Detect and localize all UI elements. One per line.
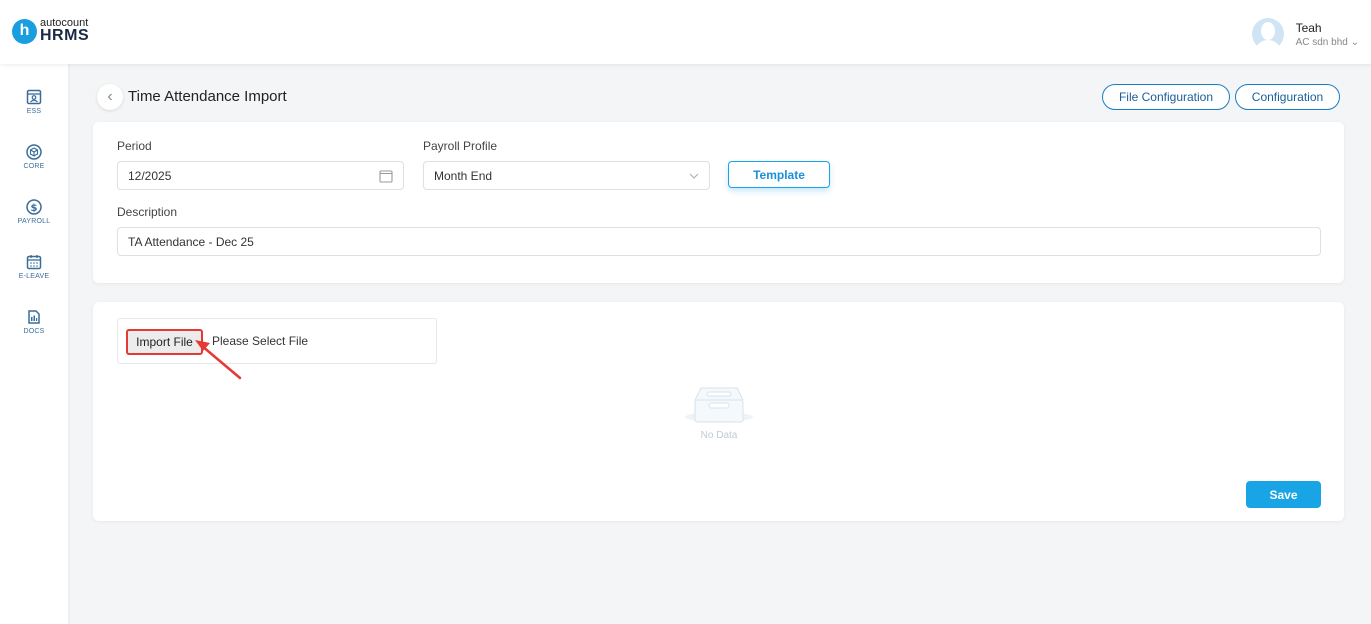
document-icon <box>28 310 40 324</box>
sidebar-item-label: ESS <box>26 108 42 115</box>
logo-mark: h <box>12 18 37 44</box>
calendar-icon <box>26 255 42 270</box>
logo-text: HRMS <box>40 27 90 44</box>
back-button[interactable]: ‹ <box>97 84 123 110</box>
calendar-icon[interactable] <box>379 169 393 183</box>
sidebar-item-ess[interactable]: ESS <box>0 88 68 115</box>
import-file-card: Import File Please Select File No Data S… <box>93 302 1344 521</box>
app-logo[interactable]: h autocount HRMS <box>12 18 89 44</box>
period-value: 12/2025 <box>128 168 172 183</box>
file-upload-box[interactable]: Import File Please Select File <box>117 318 437 364</box>
sidebar-item-payroll[interactable]: $ PAYROLL <box>0 198 68 225</box>
sidebar-item-label: PAYROLL <box>17 218 51 225</box>
sidebar-item-docs[interactable]: DOCS <box>0 308 68 335</box>
template-button[interactable]: Template <box>728 161 830 188</box>
no-data-text: No Data <box>700 430 738 441</box>
description-label: Description <box>117 205 178 219</box>
annotation-arrow-icon <box>195 340 242 380</box>
payroll-profile-label: Payroll Profile <box>423 139 498 153</box>
ess-icon <box>26 89 42 105</box>
empty-state: No Data <box>681 384 757 441</box>
svg-text:$: $ <box>31 203 38 214</box>
file-configuration-button[interactable]: File Configuration <box>1102 84 1230 110</box>
period-field[interactable]: 12/2025 <box>117 161 404 190</box>
description-input[interactable]: TA Attendance - Dec 25 <box>117 227 1321 256</box>
sidebar-item-label: DOCS <box>23 328 45 335</box>
cube-icon <box>26 144 42 160</box>
description-value: TA Attendance - Dec 25 <box>128 234 254 249</box>
user-menu[interactable]: Teah AC sdn bhd ⌄ <box>1251 18 1359 50</box>
chevron-left-icon: ‹ <box>107 88 113 105</box>
empty-box-icon <box>685 387 753 423</box>
sidebar-item-e-leave[interactable]: E-LEAVE <box>0 253 68 280</box>
payroll-profile-select[interactable]: Month End <box>423 161 710 190</box>
import-settings-card: Period 12/2025 Payroll Profile Month End… <box>93 122 1344 283</box>
sidebar-item-label: E-LEAVE <box>18 273 50 280</box>
configuration-button[interactable]: Configuration <box>1235 84 1340 110</box>
period-label: Period <box>117 139 152 153</box>
sidebar-item-label: CORE <box>23 163 45 170</box>
dollar-icon: $ <box>26 199 42 215</box>
top-header: h autocount HRMS Teah AC sdn bhd ⌄ <box>0 0 1371 64</box>
avatar[interactable] <box>1251 18 1284 50</box>
sidebar: ESS CORE $ PAYROLL E-LEAVE DOCS <box>0 64 68 624</box>
user-name: Teah <box>1295 20 1322 35</box>
save-button[interactable]: Save <box>1246 481 1321 508</box>
chevron-down-icon <box>689 173 699 179</box>
payroll-profile-value: Month End <box>434 168 493 183</box>
sidebar-item-core[interactable]: CORE <box>0 143 68 170</box>
page-title: Time Attendance Import <box>128 88 287 105</box>
company-selector[interactable]: AC sdn bhd ⌄ <box>1296 37 1359 48</box>
